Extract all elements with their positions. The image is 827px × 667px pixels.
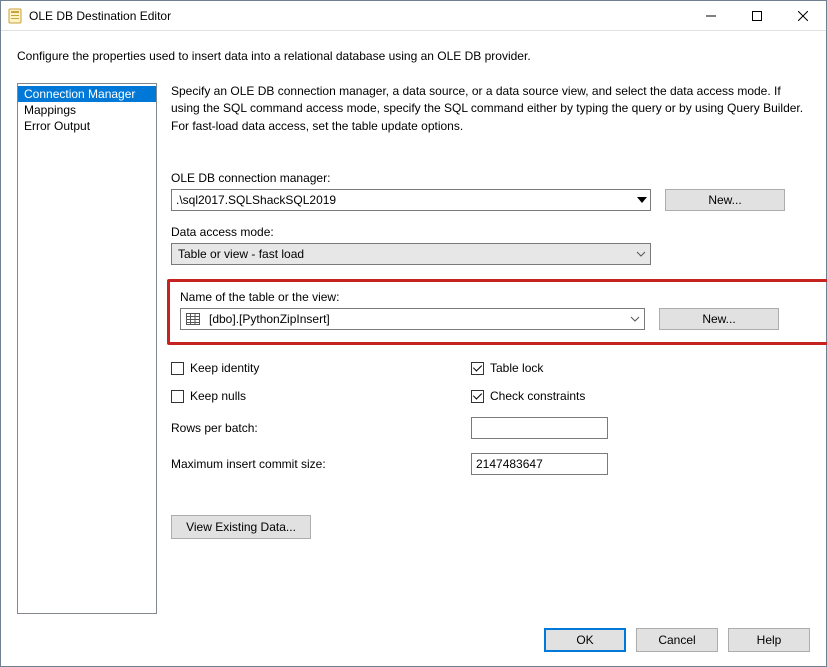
help-button[interactable]: Help [728,628,810,652]
keep-identity-checkbox[interactable]: Keep identity [171,361,471,375]
view-existing-data-button[interactable]: View Existing Data... [171,515,311,539]
connection-manager-label: OLE DB connection manager: [171,171,808,185]
ok-button[interactable]: OK [544,628,626,652]
checkbox-label: Keep nulls [190,389,246,403]
new-connection-button[interactable]: New... [665,189,785,211]
titlebar: OLE DB Destination Editor [1,1,826,31]
checkbox-icon [471,362,484,375]
button-label: View Existing Data... [186,520,296,534]
button-label: New... [708,193,741,207]
table-name-highlight: Name of the table or the view: [167,279,827,345]
checkbox-label: Check constraints [490,389,585,403]
sidebar-item-error-output[interactable]: Error Output [18,118,156,134]
check-constraints-checkbox[interactable]: Check constraints [471,389,585,403]
chevron-down-icon [626,309,644,329]
connection-manager-combo[interactable]: .\sql2017.SQLShackSQL2019 [171,189,651,211]
checkbox-icon [171,390,184,403]
sidebar-item-label: Mappings [24,103,76,117]
sidebar: Connection Manager Mappings Error Output [17,83,157,614]
rows-per-batch-label: Rows per batch: [171,421,471,435]
checkbox-row-2: Keep nulls Check constraints [171,389,808,403]
dialog-window: OLE DB Destination Editor Configure the … [0,0,827,667]
sidebar-item-label: Error Output [24,119,90,133]
max-commit-row: Maximum insert commit size: [171,453,808,475]
minimize-button[interactable] [688,1,734,30]
data-access-mode-dropdown[interactable]: Table or view - fast load [171,243,651,265]
button-label: OK [576,633,593,647]
connection-manager-row: .\sql2017.SQLShackSQL2019 New... [171,189,808,211]
max-commit-label: Maximum insert commit size: [171,457,471,471]
checkbox-label: Table lock [490,361,543,375]
table-name-row: [dbo].[PythonZipInsert] New... [180,308,827,330]
data-access-mode-value: Table or view - fast load [172,247,632,261]
connection-manager-value: .\sql2017.SQLShackSQL2019 [172,193,633,207]
rows-per-batch-row: Rows per batch: [171,417,808,439]
table-lock-checkbox[interactable]: Table lock [471,361,543,375]
sidebar-item-mappings[interactable]: Mappings [18,102,156,118]
sidebar-item-connection-manager[interactable]: Connection Manager [18,86,156,102]
checkbox-icon [471,390,484,403]
maximize-button[interactable] [734,1,780,30]
checkbox-icon [171,362,184,375]
rows-per-batch-input[interactable] [471,417,608,439]
panel-help-text: Specify an OLE DB connection manager, a … [171,83,808,135]
max-commit-input[interactable] [471,453,608,475]
window-icon [7,8,23,24]
button-label: Cancel [658,633,695,647]
checkbox-label: Keep identity [190,361,259,375]
keep-nulls-checkbox[interactable]: Keep nulls [171,389,471,403]
data-access-mode-label: Data access mode: [171,225,808,239]
table-name-label: Name of the table or the view: [180,290,827,304]
close-button[interactable] [780,1,826,30]
dialog-footer: OK Cancel Help [1,614,826,666]
window-controls [688,1,826,30]
table-name-combo[interactable]: [dbo].[PythonZipInsert] [180,308,645,330]
chevron-down-icon [632,244,650,264]
new-table-button[interactable]: New... [659,308,779,330]
dropdown-arrow-icon [633,190,650,210]
data-access-mode-row: Table or view - fast load [171,243,808,265]
table-icon [185,311,201,327]
checkbox-row-1: Keep identity Table lock [171,361,808,375]
main-panel: Specify an OLE DB connection manager, a … [171,83,810,614]
dialog-description: Configure the properties used to insert … [1,31,826,75]
view-existing-row: View Existing Data... [171,515,808,539]
button-label: New... [702,312,735,326]
cancel-button[interactable]: Cancel [636,628,718,652]
content-area: Connection Manager Mappings Error Output… [1,75,826,614]
sidebar-item-label: Connection Manager [24,87,135,101]
button-label: Help [757,633,782,647]
window-title: OLE DB Destination Editor [29,9,688,23]
table-name-value: [dbo].[PythonZipInsert] [205,312,626,326]
